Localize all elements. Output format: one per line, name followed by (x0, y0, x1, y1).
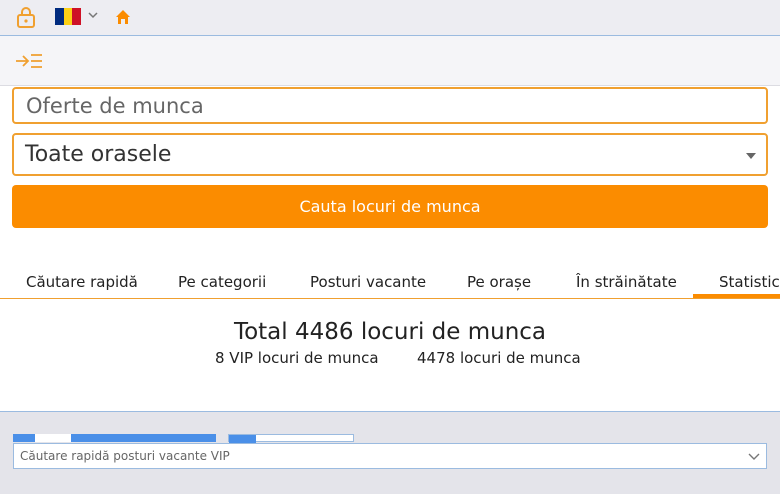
tab-categories[interactable]: Pe categorii (178, 273, 266, 291)
tab-cities[interactable]: Pe orașe (467, 273, 531, 291)
bottom-tab-secondary[interactable] (228, 434, 354, 443)
bottom-panel: Căutare rapidă posturi vacante VIP (0, 411, 780, 494)
lock-icon[interactable] (16, 6, 36, 28)
tab-vacancies[interactable]: Posturi vacante (310, 273, 426, 291)
job-search-input[interactable] (14, 89, 766, 122)
city-select-value: Toate orasele (25, 142, 172, 167)
search-jobs-button[interactable]: Cauta locuri de munca (12, 185, 768, 228)
vip-jobs-count: 8 VIP locuri de munca (215, 349, 379, 367)
menu-collapse-icon[interactable] (15, 51, 43, 71)
caret-down-icon (746, 153, 756, 159)
tab-bar: Căutare rapidă Pe categorii Posturi vaca… (0, 263, 780, 299)
vip-search-select[interactable]: Căutare rapidă posturi vacante VIP (13, 443, 767, 469)
city-select[interactable]: Toate orasele (12, 133, 768, 176)
nav-bar (0, 36, 780, 86)
home-icon[interactable] (115, 9, 131, 25)
total-jobs-heading: Total 4486 locuri de munca (233, 319, 547, 345)
top-bar (0, 0, 780, 36)
flag-romania-icon[interactable] (55, 8, 82, 25)
tab-abroad[interactable]: În străinătate (576, 273, 677, 291)
chevron-down-icon (748, 453, 760, 460)
tab-statistics[interactable]: Statistica (719, 273, 780, 291)
regular-jobs-count: 4478 locuri de munca (417, 349, 581, 367)
tab-quick-search[interactable]: Căutare rapidă (26, 273, 138, 291)
bottom-tab-vip[interactable] (13, 434, 216, 442)
chevron-down-icon[interactable] (88, 10, 98, 20)
active-tab-indicator (693, 294, 780, 298)
vip-search-select-value: Căutare rapidă posturi vacante VIP (20, 449, 230, 463)
job-search-field[interactable] (12, 87, 768, 124)
